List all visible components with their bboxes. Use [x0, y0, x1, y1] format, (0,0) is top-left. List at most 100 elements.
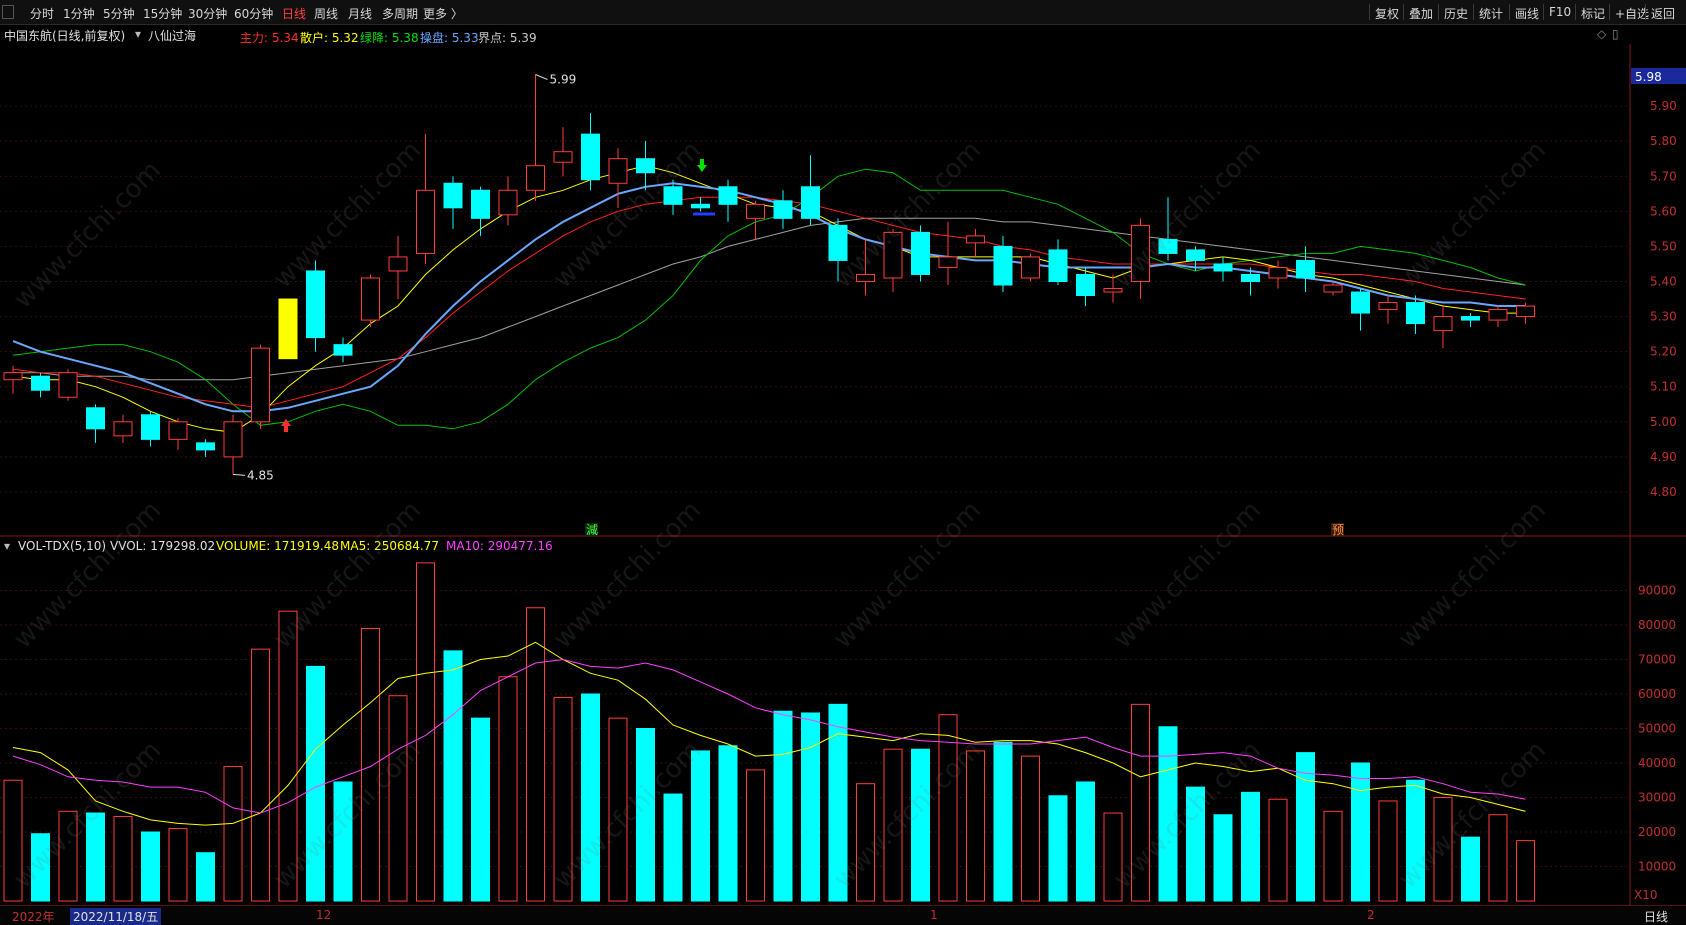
candle-body — [58, 372, 78, 398]
price-tick-label: 5.60 — [1650, 204, 1677, 218]
candle-body — [1433, 316, 1453, 332]
volume-bar — [471, 717, 490, 902]
sell-arrow-icon — [697, 159, 707, 172]
volume-bar — [773, 710, 793, 902]
volume-bar — [1268, 798, 1288, 902]
volume-bar — [58, 810, 78, 902]
candle-body — [801, 186, 820, 219]
candle-body — [636, 158, 655, 174]
low-pointer — [232, 473, 246, 476]
price-tick-label: 5.90 — [1650, 99, 1677, 113]
low-price-label: 4.85 — [247, 468, 274, 482]
volume-tick-label: 80000 — [1638, 618, 1676, 632]
price-volume-chart[interactable]: 5.90 5.80 5.70 5.60 5.50 5.40 5.30 5.20 5.10 5.00… — [0, 0, 1686, 905]
volume-bar — [1048, 795, 1068, 902]
volume-bar — [1021, 755, 1040, 902]
volume-bar — [993, 741, 1013, 902]
green-band-line — [12, 168, 1526, 430]
candle-body — [718, 186, 738, 205]
volume-bar — [278, 610, 298, 902]
candle-body — [251, 347, 270, 423]
volume-bar — [883, 748, 903, 902]
candle-body — [1048, 249, 1068, 282]
volume-bar — [416, 562, 435, 902]
volume-bar — [608, 717, 628, 902]
volume-bar — [251, 648, 270, 902]
volume-bar — [746, 769, 765, 902]
volume-tick-label: 60000 — [1638, 687, 1676, 701]
volume-bar — [1378, 800, 1398, 902]
volume-collapse-icon[interactable]: ▾ — [4, 539, 10, 553]
marker-yu: 预 — [1332, 523, 1344, 537]
ma10-value: MA10: 290477.16 — [446, 539, 553, 553]
volume-bar — [1296, 752, 1315, 902]
volume-multiplier: X10 — [1634, 888, 1658, 902]
candle-body — [1103, 288, 1123, 293]
candle-body — [1186, 249, 1205, 261]
price-tick-label: 5.30 — [1650, 310, 1677, 324]
candle-body — [196, 442, 215, 451]
candle-body — [966, 235, 985, 244]
volume-tick-label: 50000 — [1638, 722, 1676, 736]
candle-body — [1378, 302, 1398, 311]
volume-bar — [1351, 762, 1370, 902]
volume-info-bar: ▾ VOL-TDX(5,10) VVOL: 179298.02 VOLUME: … — [0, 537, 1626, 555]
high-price-label: 5.99 — [550, 73, 577, 87]
candle-body — [993, 245, 1013, 286]
price-tick-label: 4.90 — [1650, 450, 1677, 464]
candle-body — [141, 414, 160, 440]
trend-blue-line — [12, 182, 1526, 413]
price-tick-label: 5.00 — [1650, 415, 1677, 429]
candle-body — [86, 407, 105, 430]
candle-body — [1296, 259, 1315, 279]
candle-body — [306, 270, 325, 339]
cursor-date: 2022/11/18/五 — [70, 908, 162, 925]
volume-bar — [1213, 814, 1233, 902]
volume-tick-label: 40000 — [1638, 756, 1676, 770]
candle-body — [856, 273, 875, 282]
candle-body — [1021, 256, 1040, 279]
current-price-label: 5.98 — [1635, 70, 1662, 84]
price-tick-label: 5.50 — [1650, 239, 1677, 253]
time-axis-bar: 2022年 2022/11/18/五 12 1 2 日线 — [0, 905, 1686, 925]
volume-tick-label: 30000 — [1638, 791, 1676, 805]
candle-body — [3, 372, 23, 381]
year-label: 2022年 — [12, 910, 55, 924]
volume-bar — [388, 695, 408, 902]
volume-bar — [966, 750, 985, 902]
candle-body — [223, 421, 243, 458]
volume-indicator-title[interactable]: VOL-TDX(5,10) — [18, 539, 106, 553]
high-pointer — [535, 74, 548, 80]
volume-bar — [196, 852, 215, 902]
volume-bar — [141, 831, 160, 902]
candle-body — [1488, 309, 1508, 321]
candle-body — [526, 165, 545, 191]
candle-body — [1268, 266, 1288, 279]
candle-body — [498, 189, 518, 216]
candle-body — [1241, 273, 1260, 282]
marker-jian: 減 — [586, 522, 598, 537]
volume-bar — [691, 750, 710, 902]
volume-bar — [1461, 836, 1480, 902]
volume-bar — [31, 833, 50, 902]
month-tick-feb: 2 — [1367, 908, 1375, 922]
candle-body — [416, 189, 435, 254]
month-tick-jan: 1 — [930, 908, 938, 922]
volume-bar — [663, 793, 683, 902]
volume-value: VOLUME: 171919.48 — [216, 539, 339, 553]
candle-body — [1131, 224, 1150, 282]
candle-body — [1461, 316, 1480, 321]
candle-body — [1076, 273, 1095, 297]
volume-bar — [1158, 726, 1178, 902]
price-tick-label: 5.80 — [1650, 134, 1677, 148]
price-tick-label: 5.20 — [1650, 345, 1677, 359]
price-tick-label: 4.80 — [1650, 485, 1677, 499]
volume-bar — [443, 650, 463, 902]
price-tick-label: 5.70 — [1650, 169, 1677, 183]
volume-bar — [1433, 797, 1453, 902]
candle-body — [1213, 263, 1233, 272]
volume-tick-label: 70000 — [1638, 653, 1676, 667]
candle-body — [361, 277, 380, 321]
candle-body — [388, 256, 408, 272]
volume-bar — [718, 745, 738, 902]
